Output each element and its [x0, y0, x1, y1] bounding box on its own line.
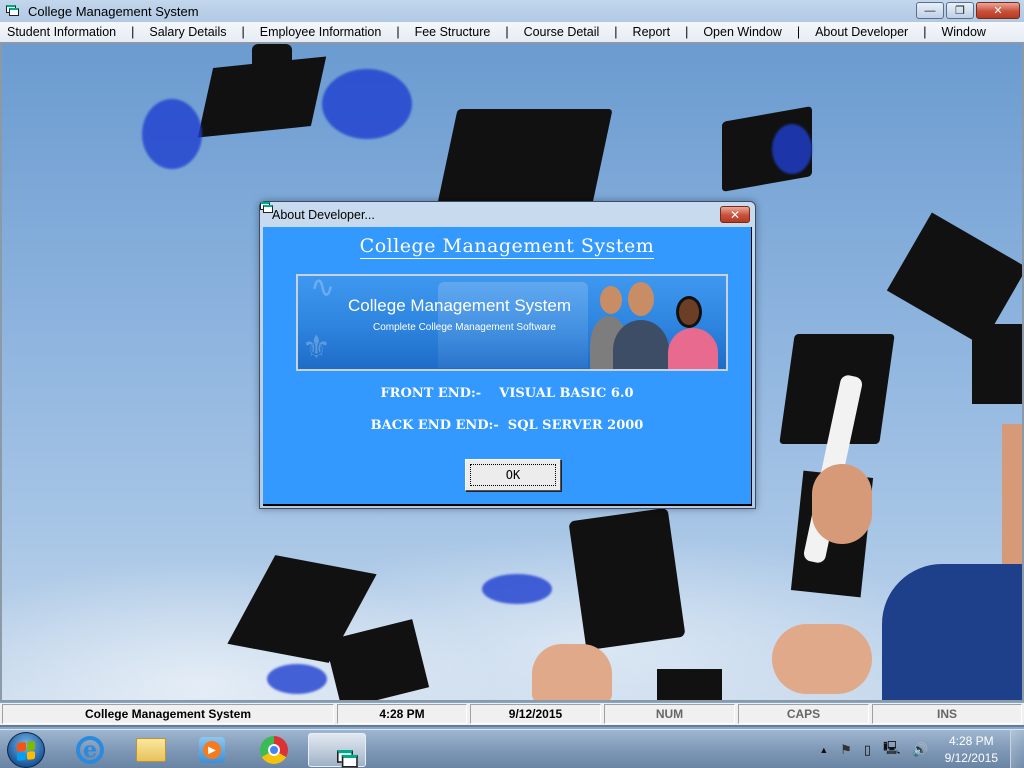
- status-panel-caps: CAPS: [738, 704, 869, 724]
- status-bar: College Management System 4:28 PM 9/12/2…: [0, 703, 1024, 727]
- show-desktop-button[interactable]: [1010, 730, 1024, 768]
- swirl-decoration: ∿: [310, 274, 336, 304]
- back-end-label: BACK END END:- SQL SERVER 2000: [370, 418, 644, 433]
- status-panel-num: NUM: [604, 704, 735, 724]
- status-panel-time: 4:28 PM: [337, 704, 467, 724]
- network-icon[interactable]: 🖳: [883, 739, 900, 761]
- raised-hand: [532, 644, 612, 700]
- graduation-cap: [657, 669, 722, 700]
- dialog-close-button[interactable]: ✕: [720, 206, 750, 223]
- menu-student-information[interactable]: Student Information: [0, 25, 123, 39]
- graduation-cap: [568, 507, 686, 651]
- dialog-heading-text: College Management System: [359, 235, 655, 259]
- menu-separator: |: [614, 25, 618, 39]
- menu-separator: |: [923, 25, 927, 39]
- windows-taskbar: e ▶ ▲ ⚑ ▯ 🖳 🔊 4:28 PM 9/12/2015: [0, 729, 1024, 768]
- internet-explorer-icon: e: [76, 736, 104, 764]
- student-figure: [668, 328, 718, 369]
- focus-rectangle: [470, 464, 556, 486]
- graduation-cap: [252, 44, 292, 74]
- windows-logo-icon: [17, 741, 35, 761]
- status-panel-date: 9/12/2015: [470, 704, 601, 724]
- taskbar-internet-explorer[interactable]: e: [68, 733, 112, 767]
- system-tray: ▲ ⚑ ▯ 🖳 🔊 4:28 PM 9/12/2015: [813, 730, 1024, 768]
- status-panel-app-name: College Management System: [2, 704, 334, 724]
- menu-separator: |: [796, 25, 801, 39]
- graduation-cap: [436, 109, 613, 209]
- main-title-bar: College Management System — ❐ ✕: [0, 0, 1024, 22]
- banner-title: College Management System: [348, 296, 572, 315]
- tassel: [142, 99, 202, 169]
- menu-employee-information[interactable]: Employee Information: [253, 25, 389, 39]
- show-hidden-icons-arrow[interactable]: ▲: [819, 745, 828, 755]
- taskbar-chrome[interactable]: [252, 733, 296, 767]
- minimize-button[interactable]: —: [916, 2, 944, 19]
- menu-salary-details[interactable]: Salary Details: [142, 25, 233, 39]
- status-panel-ins: INS: [872, 704, 1022, 724]
- clock-time: 4:28 PM: [948, 733, 994, 748]
- start-button[interactable]: [7, 732, 45, 768]
- fleur-de-lis-icon: ⚜: [302, 329, 331, 365]
- menu-window[interactable]: Window: [934, 25, 992, 39]
- battery-icon[interactable]: ▯: [864, 742, 871, 758]
- student-head: [676, 296, 702, 328]
- tassel: [322, 69, 412, 139]
- menu-separator: |: [505, 25, 509, 39]
- close-button[interactable]: ✕: [976, 2, 1020, 19]
- graduate-gown: [882, 564, 1022, 700]
- window-controls: — ❐ ✕: [916, 2, 1020, 19]
- tassel: [267, 664, 327, 694]
- menu-separator: |: [396, 25, 400, 39]
- student-head: [628, 282, 654, 316]
- media-player-icon: ▶: [199, 737, 225, 763]
- menu-about-developer[interactable]: About Developer: [808, 25, 915, 39]
- raised-hand: [812, 464, 872, 544]
- restore-button[interactable]: ❐: [946, 2, 974, 19]
- graduation-cap: [972, 324, 1022, 404]
- menu-separator: |: [685, 25, 689, 39]
- menu-open-window[interactable]: Open Window: [696, 25, 789, 39]
- folder-icon: [136, 738, 166, 762]
- about-developer-dialog: About Developer... ✕ College Management …: [259, 201, 756, 509]
- menu-fee-structure[interactable]: Fee Structure: [408, 25, 498, 39]
- menu-separator: |: [131, 25, 135, 39]
- volume-icon[interactable]: 🔊: [912, 742, 928, 758]
- menu-bar: Student Information | Salary Details | E…: [0, 22, 1024, 42]
- app-icon: [6, 5, 20, 17]
- product-banner-image: ∿ ⚜ College Management System Complete C…: [296, 274, 728, 371]
- taskbar-windows-explorer[interactable]: [129, 733, 173, 767]
- chrome-icon: [260, 736, 288, 764]
- taskbar-media-player[interactable]: ▶: [190, 733, 234, 767]
- dialog-title: About Developer...: [272, 207, 375, 222]
- menu-course-detail[interactable]: Course Detail: [517, 25, 607, 39]
- clock-date: 9/12/2015: [944, 750, 998, 765]
- menu-separator: |: [241, 25, 245, 39]
- student-head: [600, 286, 622, 314]
- dialog-heading: College Management System: [263, 235, 751, 259]
- banner-subtitle: Complete College Management Software: [373, 322, 556, 333]
- raised-hand: [772, 624, 872, 694]
- menu-report[interactable]: Report: [626, 25, 678, 39]
- tassel: [772, 124, 812, 174]
- front-end-label: FRONT END:- VISUAL BASIC 6.0: [380, 386, 634, 401]
- student-figure: [613, 320, 669, 369]
- main-window-title: College Management System: [28, 3, 199, 19]
- action-center-flag-icon[interactable]: ⚑: [840, 742, 852, 758]
- ok-button[interactable]: OK: [465, 459, 561, 491]
- tassel: [482, 574, 552, 604]
- taskbar-clock[interactable]: 4:28 PM 9/12/2015: [945, 733, 998, 767]
- taskbar-college-management-system[interactable]: [308, 733, 366, 768]
- raised-hand: [1002, 424, 1022, 564]
- dialog-body: College Management System ∿ ⚜ College Ma…: [263, 227, 752, 506]
- dialog-title-bar[interactable]: About Developer... ✕: [260, 202, 755, 227]
